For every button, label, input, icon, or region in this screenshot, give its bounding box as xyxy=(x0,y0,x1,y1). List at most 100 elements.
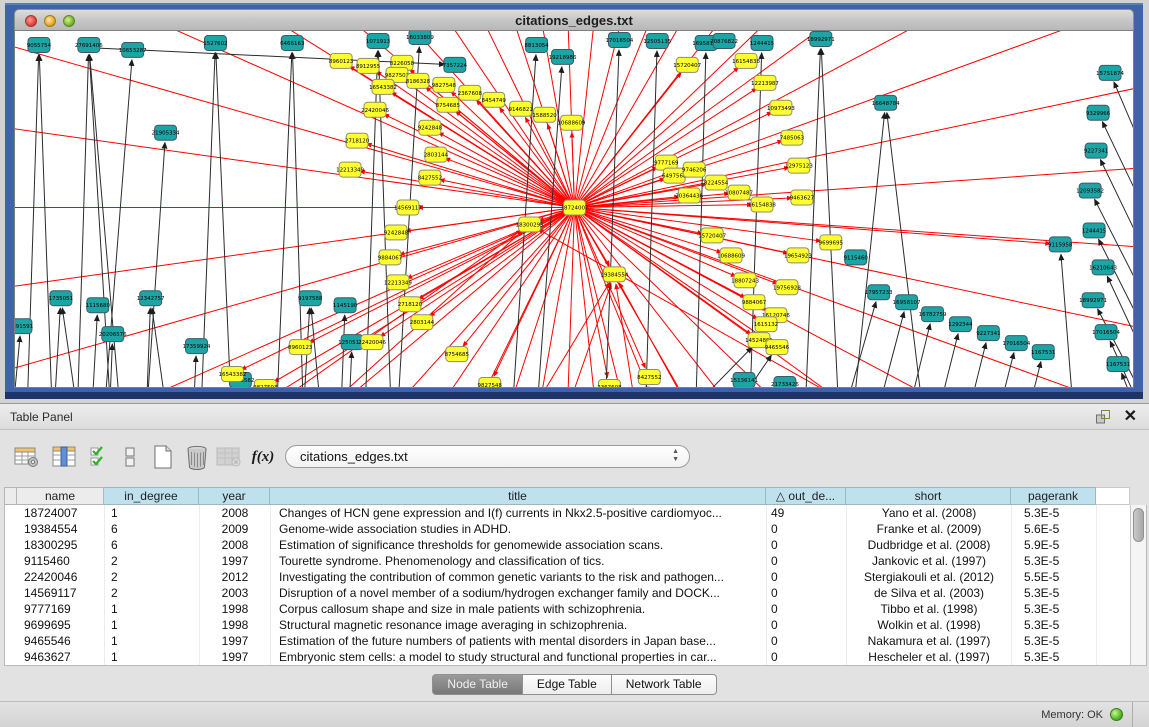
graph-edge[interactable] xyxy=(574,73,681,208)
graph-node[interactable]: 9465546 xyxy=(765,340,790,355)
graph-node[interactable]: 9699695 xyxy=(819,235,843,250)
graph-node[interactable]: 12213349 xyxy=(384,275,412,290)
graph-node[interactable]: 9827503 xyxy=(253,380,278,387)
graph-node[interactable]: 8186328 xyxy=(406,73,431,88)
graph-node[interactable]: 9197588 xyxy=(298,291,323,306)
graph-node[interactable]: 16648784 xyxy=(872,95,900,110)
scrollbar-thumb[interactable] xyxy=(1133,508,1144,542)
close-icon[interactable]: ✕ xyxy=(1124,406,1137,426)
graph-node[interactable]: 8454749 xyxy=(482,92,507,107)
graph-node[interactable]: 1735051 xyxy=(49,291,73,306)
graph-node[interactable]: 12213349 xyxy=(336,162,364,177)
function-builder-icon[interactable]: f(x) xyxy=(248,442,278,472)
table-row[interactable]: 946362711997Embryonic stem cells: a mode… xyxy=(5,649,1146,665)
graph-node[interactable]: 2803144 xyxy=(424,147,449,162)
graph-node[interactable]: 10653287 xyxy=(119,42,147,57)
table-row[interactable]: 969969511998Structural magnetic resonanc… xyxy=(5,617,1146,633)
graph-node[interactable]: 9827548 xyxy=(478,378,503,387)
graph-edge[interactable] xyxy=(91,315,97,387)
table-selector-dropdown[interactable]: citations_edges.txt ▲▼ xyxy=(285,445,690,468)
graph-node[interactable]: 18300295 xyxy=(516,217,544,232)
graph-node[interactable]: 8224554 xyxy=(704,175,729,190)
graph-edge[interactable] xyxy=(367,144,575,208)
column-header-short[interactable]: short xyxy=(846,487,1011,505)
graph-node[interactable]: 12975123 xyxy=(785,158,813,173)
graph-node[interactable]: 2367608 xyxy=(458,85,483,100)
graph-edge[interactable] xyxy=(1061,254,1088,387)
graph-node[interactable]: 22420046 xyxy=(361,102,389,117)
graph-node[interactable]: 9391591 xyxy=(15,319,33,334)
graph-node[interactable]: 1167531 xyxy=(1031,345,1055,360)
graph-edge[interactable] xyxy=(560,284,612,387)
graph-node[interactable]: 16782759 xyxy=(919,307,947,322)
window-title-bar[interactable]: citations_edges.txt xyxy=(14,9,1134,31)
graph-node[interactable]: 2718120 xyxy=(398,297,423,312)
column-header-pagerank[interactable]: pagerank xyxy=(1011,487,1096,505)
graph-node[interactable]: 17016504 xyxy=(1002,336,1030,351)
graph-node[interactable]: 21733426 xyxy=(771,377,799,387)
graph-edge[interactable] xyxy=(15,336,20,387)
graph-edge[interactable] xyxy=(53,308,60,387)
graph-edge[interactable] xyxy=(639,51,657,387)
graph-node[interactable]: 18992971 xyxy=(807,31,835,46)
graph-edge[interactable] xyxy=(574,31,668,208)
memory-status-indicator[interactable] xyxy=(1110,708,1123,721)
graph-node[interactable]: 16958107 xyxy=(893,295,921,310)
checklist-icon[interactable] xyxy=(86,442,116,472)
graph-node[interactable]: 16154838 xyxy=(732,53,760,68)
graph-node[interactable]: 1527602 xyxy=(203,35,227,50)
column-visibility-icon[interactable] xyxy=(50,442,80,472)
graph-node[interactable]: 9827548 xyxy=(432,77,457,92)
graph-node[interactable]: 8427552 xyxy=(418,170,442,185)
graph-node[interactable]: 9463627 xyxy=(790,190,815,205)
graph-node[interactable]: 1071913 xyxy=(366,33,391,48)
graph-node[interactable]: 9115460 xyxy=(844,250,869,265)
graph-edge[interactable] xyxy=(958,353,1013,387)
graph-node[interactable]: 12342757 xyxy=(137,291,165,306)
graph-node[interactable]: 20364436 xyxy=(675,188,703,203)
graph-edge[interactable] xyxy=(400,208,575,255)
graph-node[interactable]: 1244415 xyxy=(750,35,774,50)
graph-node[interactable]: 1167531 xyxy=(1106,357,1130,372)
graph-edge[interactable] xyxy=(574,208,668,387)
graph-node[interactable]: 10688609 xyxy=(717,248,745,263)
tab-network-table[interactable]: Network Table xyxy=(612,674,717,695)
graph-node[interactable]: 14569117 xyxy=(394,200,422,215)
graph-node[interactable]: 9227341 xyxy=(976,326,1000,341)
graph-node[interactable]: 16543382 xyxy=(369,79,397,94)
graph-node[interactable]: 8754685 xyxy=(436,97,460,112)
graph-node[interactable]: 19218986 xyxy=(549,49,577,64)
graph-node[interactable]: 12505135 xyxy=(643,33,671,48)
table-row[interactable]: 946554611997Estimation of the future num… xyxy=(5,633,1146,649)
graph-node[interactable]: 1615132 xyxy=(754,317,778,332)
column-header-year[interactable]: year xyxy=(199,487,270,505)
graph-edge[interactable] xyxy=(877,324,930,387)
graph-edge[interactable] xyxy=(71,55,89,387)
graph-node[interactable]: 21905334 xyxy=(152,125,180,140)
graph-node[interactable]: 15751874 xyxy=(1096,65,1124,80)
modify-table-icon[interactable] xyxy=(12,442,42,472)
row-boxes-icon[interactable] xyxy=(115,442,145,472)
graph-node[interactable]: 15136141 xyxy=(730,373,758,387)
graph-node[interactable]: 8960123 xyxy=(329,53,354,68)
graph-node[interactable]: 7485063 xyxy=(780,130,805,145)
graph-edge[interactable] xyxy=(689,53,706,387)
graph-node[interactable]: 17957233 xyxy=(865,285,893,300)
graph-edge[interactable] xyxy=(419,208,575,387)
graph-edge[interactable] xyxy=(574,145,1133,208)
tab-node-table[interactable]: Node Table xyxy=(432,674,523,695)
graph-node[interactable]: 2367608 xyxy=(597,380,622,387)
graph-edge[interactable] xyxy=(73,31,575,208)
graph-edge[interactable] xyxy=(39,55,61,387)
graph-edge[interactable] xyxy=(821,49,848,387)
graph-edge[interactable] xyxy=(819,302,876,387)
graph-node[interactable]: 9146821 xyxy=(508,101,532,116)
graph-edge[interactable] xyxy=(152,308,169,387)
column-header-out_de...[interactable]: △ out_de... xyxy=(766,487,846,505)
graph-node[interactable]: 20876822 xyxy=(710,33,738,48)
vertical-scrollbar[interactable] xyxy=(1130,505,1146,665)
graph-node[interactable]: 19384554 xyxy=(600,267,628,282)
graph-edge[interactable] xyxy=(193,356,197,387)
table-row[interactable]: 977716911998Corpus callosum shape and si… xyxy=(5,601,1146,617)
graph-node[interactable]: 9115958 xyxy=(1048,237,1073,252)
